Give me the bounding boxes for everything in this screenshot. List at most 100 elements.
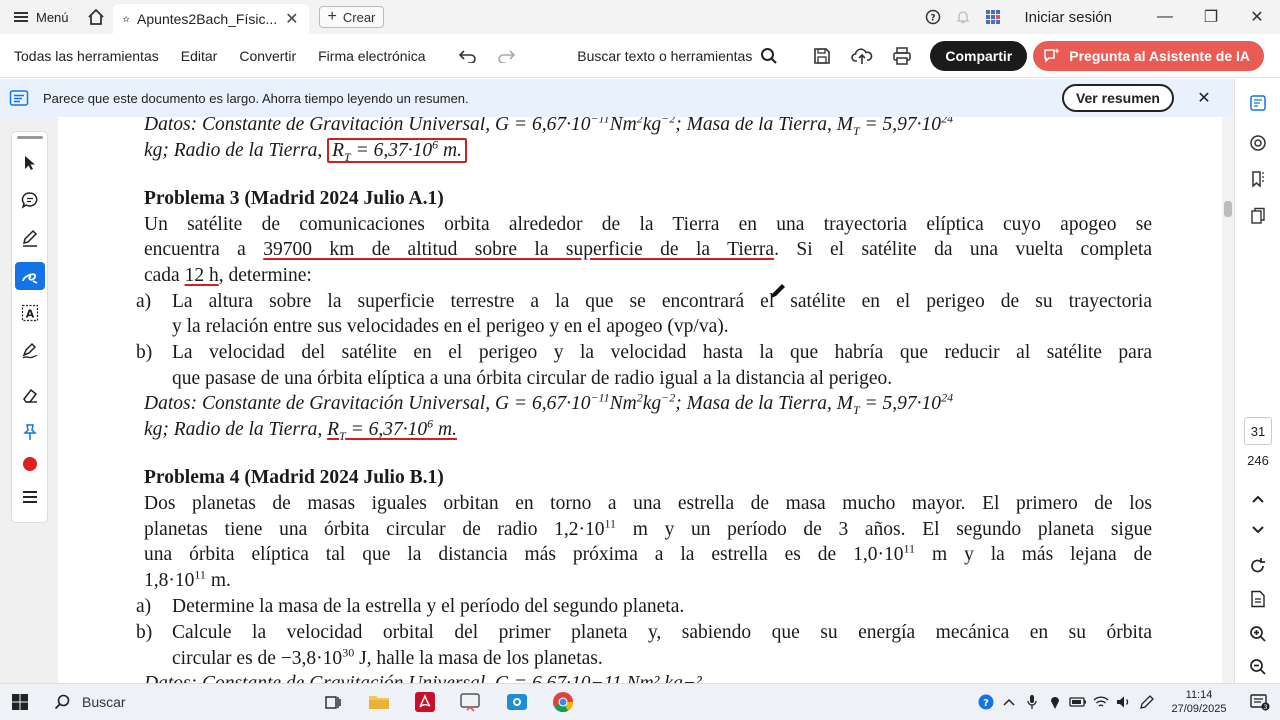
- zoom-in-icon[interactable]: [1235, 620, 1280, 648]
- new-tab-button[interactable]: + Crear: [318, 6, 385, 28]
- taskbar-search-label: Buscar: [82, 694, 126, 710]
- right-sidebar: 31 246: [1234, 79, 1280, 683]
- maximize-button[interactable]: ❐: [1188, 0, 1234, 34]
- save-icon[interactable]: [802, 47, 842, 65]
- volume-icon[interactable]: [1112, 695, 1135, 709]
- vertical-scrollbar[interactable]: [1222, 117, 1234, 683]
- minimize-button[interactable]: —: [1142, 0, 1188, 34]
- wifi-icon[interactable]: [1089, 695, 1112, 709]
- page-up-icon[interactable]: [1235, 485, 1280, 513]
- search-tools[interactable]: Buscar texto o herramientas: [577, 47, 778, 65]
- banner-close-icon[interactable]: ✕: [1174, 88, 1234, 108]
- pen-menu-icon[interactable]: [1135, 694, 1158, 710]
- battery-icon[interactable]: [1066, 696, 1089, 708]
- freehand-draw-icon[interactable]: [15, 262, 45, 290]
- redo-icon[interactable]: [487, 49, 525, 63]
- microphone-icon[interactable]: [1020, 694, 1043, 710]
- p3-item-a-line-2: y la relación entre sus velocidades en e…: [172, 316, 729, 337]
- close-window-button[interactable]: ✕: [1234, 0, 1280, 34]
- menu-button[interactable]: Menú: [0, 0, 79, 34]
- tab-title: Apuntes2Bach_Físic...: [137, 11, 278, 27]
- summary-icon: [0, 89, 38, 107]
- document-info-icon[interactable]: [1235, 585, 1280, 613]
- bell-icon[interactable]: [948, 9, 978, 25]
- comments-panel-icon[interactable]: [1235, 129, 1280, 157]
- menu-esign[interactable]: Firma electrónica: [307, 48, 436, 64]
- zoom-out-icon[interactable]: [1235, 653, 1280, 681]
- left-tool-panel: A: [11, 131, 48, 523]
- menu-label: Menú: [36, 9, 69, 25]
- panel-grip[interactable]: [17, 136, 43, 139]
- task-view-icon[interactable]: [310, 684, 356, 720]
- page-down-icon[interactable]: [1235, 516, 1280, 544]
- menu-convert[interactable]: Convertir: [228, 48, 307, 64]
- tray-help-icon[interactable]: ?: [974, 694, 997, 710]
- star-icon[interactable]: [122, 11, 130, 27]
- p3-line-3: cada 12 h, determine:: [144, 265, 312, 286]
- tab-close-icon[interactable]: ✕: [285, 9, 298, 29]
- windows-start-icon[interactable]: [0, 684, 40, 720]
- pages-panel-icon[interactable]: [1235, 202, 1280, 230]
- media-player-icon[interactable]: [494, 684, 540, 720]
- current-page-input[interactable]: 31: [1244, 417, 1272, 445]
- ai-assistant-button[interactable]: Pregunta al Asistente de IA: [1033, 40, 1264, 71]
- system-clock[interactable]: 11:14 27/09/2025: [1164, 688, 1234, 716]
- hamburger-icon: [14, 12, 28, 22]
- acrobat-icon[interactable]: [402, 684, 448, 720]
- new-tab-label: Crear: [342, 9, 376, 25]
- print-icon[interactable]: [882, 46, 922, 65]
- ai-summary-icon[interactable]: [1235, 89, 1280, 117]
- p3-item-b-line-2: que pasase de una órbita elíptica a una …: [172, 368, 893, 389]
- view-summary-button[interactable]: Ver resumen: [1061, 84, 1174, 112]
- rotate-icon[interactable]: [1235, 552, 1280, 580]
- notification-center-icon[interactable]: 3: [1240, 693, 1280, 711]
- share-button[interactable]: Compartir: [930, 40, 1028, 71]
- signin-button[interactable]: Iniciar sesión: [1024, 9, 1112, 26]
- problem-4-title: Problema 4 (Madrid 2024 Julio B.1): [144, 467, 444, 488]
- pin-icon[interactable]: [15, 418, 45, 446]
- comment-icon[interactable]: [15, 186, 45, 214]
- clock-time: 11:14: [1185, 689, 1213, 701]
- chrome-icon[interactable]: [540, 684, 586, 720]
- file-explorer-icon[interactable]: [356, 684, 402, 720]
- p3-item-b-line-1: La velocidad del satélite en el perigeo …: [172, 342, 1152, 363]
- problem-3-title: Problema 3 (Madrid 2024 Julio A.1): [144, 188, 444, 209]
- p4-item-b-line-1: Calcule la velocidad orbital del primer …: [172, 622, 1152, 643]
- p4-item-b-line-2: circular es de −3,8·1030 J, halle la mas…: [172, 645, 603, 670]
- select-cursor-icon[interactable]: [15, 149, 45, 177]
- tray-chevron-up-icon[interactable]: [997, 698, 1020, 706]
- banner-text: Parece que este documento es largo. Ahor…: [43, 90, 469, 106]
- taskbar-search[interactable]: Buscar: [40, 684, 310, 720]
- location-icon[interactable]: [1043, 694, 1066, 710]
- pdf-page[interactable]: Datos: Constante de Gravitación Universa…: [58, 117, 1222, 683]
- bookmark-icon[interactable]: [1235, 165, 1280, 193]
- p3-datos-radius: kg; Radio de la Tierra, RT = 6,37·106 m.: [144, 416, 457, 443]
- ai-assistant-label: Pregunta al Asistente de IA: [1069, 47, 1250, 64]
- p3-item-a-line-1: La altura sobre la superficie terrestre …: [172, 291, 1152, 312]
- snipping-tool-icon[interactable]: [448, 684, 494, 720]
- document-tab[interactable]: Apuntes2Bach_Físic... ✕: [112, 4, 309, 34]
- eraser-icon[interactable]: [15, 382, 45, 410]
- sign-icon[interactable]: [15, 337, 45, 365]
- title-bar: Menú Apuntes2Bach_Físic... ✕ + Crear ? I…: [0, 0, 1280, 34]
- apps-grid-icon[interactable]: [978, 9, 1008, 25]
- ai-chat-icon: [1044, 47, 1061, 63]
- highlight-pen-icon[interactable]: [15, 224, 45, 252]
- p3-item-a-label: a): [136, 291, 152, 312]
- upload-cloud-icon[interactable]: [842, 47, 882, 65]
- svg-text:?: ?: [983, 698, 989, 709]
- p3-line-2: encuentra a 39700 km de altitud sobre la…: [144, 239, 1153, 260]
- text-box-icon[interactable]: A: [15, 299, 45, 327]
- main-toolbar: Todas las herramientas Editar Convertir …: [0, 34, 1280, 78]
- plus-icon: +: [327, 8, 337, 25]
- home-icon[interactable]: [79, 0, 113, 34]
- help-icon[interactable]: ?: [918, 9, 948, 25]
- search-tools-label: Buscar texto o herramientas: [577, 47, 753, 64]
- menu-all-tools[interactable]: Todas las herramientas: [0, 48, 170, 64]
- p4-line-1: Dos planetas de masas iguales orbitan en…: [144, 493, 1152, 514]
- menu-edit[interactable]: Editar: [170, 48, 229, 64]
- more-tools-icon[interactable]: [15, 483, 45, 511]
- scrollbar-thumb[interactable]: [1224, 201, 1232, 217]
- color-picker-icon[interactable]: [15, 450, 45, 478]
- undo-icon[interactable]: [449, 49, 487, 63]
